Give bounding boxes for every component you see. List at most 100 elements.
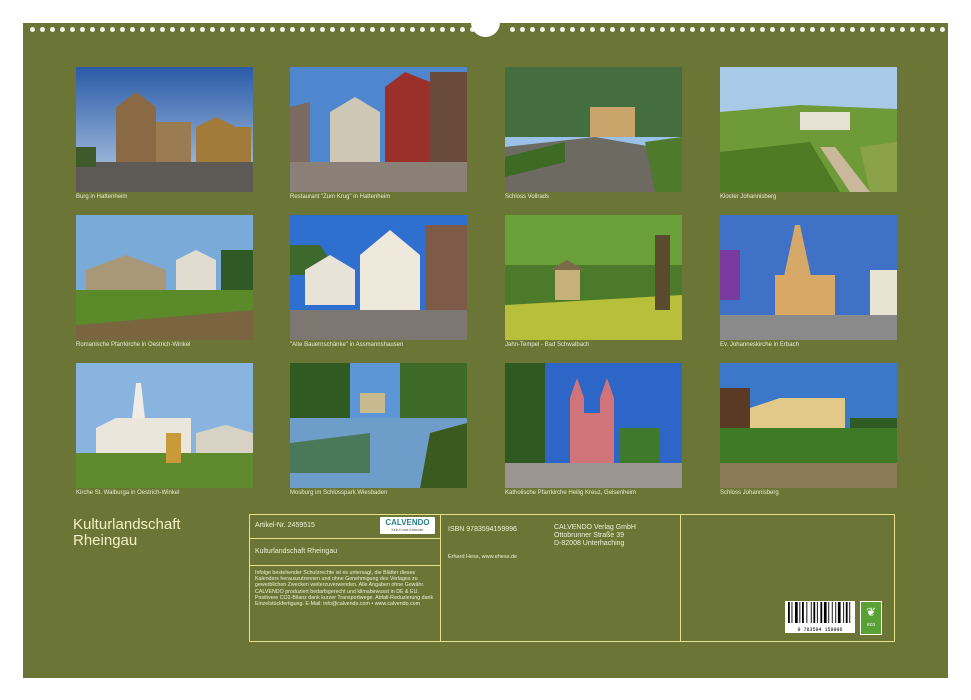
calendar-title: Kulturlandschaft Rheingau bbox=[73, 517, 181, 549]
binding-hole bbox=[510, 27, 515, 32]
binding-hole bbox=[620, 27, 625, 32]
barcode-number: 9 783594 159996 bbox=[797, 627, 843, 633]
calendar-name: Kulturlandschaft Rheingau bbox=[255, 548, 338, 555]
barcode-bar bbox=[816, 602, 818, 623]
binding-hole bbox=[350, 27, 355, 32]
binding-hole bbox=[120, 27, 125, 32]
binding-hole bbox=[300, 27, 305, 32]
binding-hole bbox=[90, 27, 95, 32]
photo-tile: Restaurant "Zum Krug" in Hattenheim bbox=[290, 67, 467, 200]
binding-hole bbox=[340, 27, 345, 32]
binding-hole bbox=[640, 27, 645, 32]
binding-hole bbox=[440, 27, 445, 32]
calendar-title-line1: Kulturlandschaft bbox=[73, 516, 181, 533]
binding-hole bbox=[280, 27, 285, 32]
barcode-bar bbox=[802, 602, 804, 623]
photo-image bbox=[505, 67, 682, 192]
barcode-bar bbox=[828, 602, 830, 623]
author: Erhard Hess, www.ehess.de bbox=[448, 554, 518, 560]
photo-caption: Burg in Hattenheim bbox=[76, 194, 128, 200]
photo-tile: Ev. Johanneskirche in Erbach bbox=[720, 215, 897, 348]
photo-image bbox=[505, 363, 682, 488]
binding-hole bbox=[140, 27, 145, 32]
photo-tile: Schloss Vollrads bbox=[505, 67, 682, 200]
photo-tile: Schloss Johannisberg bbox=[720, 363, 897, 496]
photo-tile: Katholische Pfarrkirche Heilig Kreuz, Ge… bbox=[505, 363, 682, 496]
binding-hole bbox=[220, 27, 225, 32]
binding-hole bbox=[730, 27, 735, 32]
binding-hole bbox=[40, 27, 45, 32]
binding-hole bbox=[260, 27, 265, 32]
binding-hole bbox=[700, 27, 705, 32]
binding-hole bbox=[110, 27, 115, 32]
binding-hole bbox=[890, 27, 895, 32]
barcode-bar bbox=[823, 602, 827, 623]
binding-hole bbox=[50, 27, 55, 32]
isbn: ISBN 9783594159996 bbox=[448, 526, 517, 533]
divider bbox=[680, 515, 681, 641]
binding-hole bbox=[410, 27, 415, 32]
photo-image bbox=[290, 67, 467, 192]
binding-hole bbox=[930, 27, 935, 32]
binding-hole bbox=[830, 27, 835, 32]
barcode-bar bbox=[791, 602, 793, 623]
barcode-bar bbox=[813, 602, 816, 623]
binding-hole bbox=[230, 27, 235, 32]
binding-hole bbox=[530, 27, 535, 32]
publisher-logo-sub: Kein Kunst-Kalender bbox=[391, 528, 424, 532]
binding-hole bbox=[430, 27, 435, 32]
binding-hole bbox=[690, 27, 695, 32]
binding-hole bbox=[590, 27, 595, 32]
binding-hole bbox=[540, 27, 545, 32]
binding-hole bbox=[320, 27, 325, 32]
binding-hole bbox=[750, 27, 755, 32]
binding-hole bbox=[100, 27, 105, 32]
barcode-bar bbox=[820, 602, 823, 623]
binding-hole bbox=[130, 27, 135, 32]
photo-image bbox=[76, 215, 253, 340]
publisher-line1: CALVENDO Verlag GmbH bbox=[554, 524, 636, 531]
binding-hole bbox=[860, 27, 865, 32]
binding-hole bbox=[310, 27, 315, 32]
binding-hole bbox=[390, 27, 395, 32]
barcode-bar bbox=[845, 602, 848, 623]
barcode: 9 783594 159996 bbox=[785, 601, 855, 633]
photo-image bbox=[505, 215, 682, 340]
binding-hole bbox=[170, 27, 175, 32]
binding-hole bbox=[850, 27, 855, 32]
photo-caption: Schloss Johannisberg bbox=[720, 490, 779, 496]
photo-image bbox=[290, 215, 467, 340]
photo-caption: Katholische Pfarrkirche Heilig Kreuz, Ge… bbox=[505, 490, 637, 496]
binding-hole bbox=[370, 27, 375, 32]
binding-hole bbox=[580, 27, 585, 32]
binding-hole bbox=[920, 27, 925, 32]
binding-hole bbox=[210, 27, 215, 32]
photo-tile: "Alte Bauernschänke" in Assmannshausen bbox=[290, 215, 467, 348]
divider bbox=[250, 538, 440, 539]
leaf-icon: ❦ bbox=[865, 605, 877, 619]
binding-hole bbox=[250, 27, 255, 32]
binding-hole bbox=[400, 27, 405, 32]
photo-caption: Kloster Johannisberg bbox=[720, 194, 777, 200]
barcode-bar bbox=[795, 602, 798, 623]
binding-hole bbox=[190, 27, 195, 32]
photo-image bbox=[720, 363, 897, 488]
binding-hole bbox=[710, 27, 715, 32]
eco-label: eco bbox=[866, 622, 876, 628]
publisher-line3: D-82008 Unterhaching bbox=[554, 540, 625, 547]
photo-image bbox=[720, 215, 897, 340]
barcode-bar bbox=[837, 602, 841, 623]
binding-hole bbox=[550, 27, 555, 32]
photo-caption: "Alte Bauernschänke" in Assmannshausen bbox=[290, 342, 404, 348]
binding-hole bbox=[520, 27, 525, 32]
barcode-bar bbox=[835, 602, 837, 623]
barcode-bar bbox=[806, 602, 808, 623]
photo-caption: Ev. Johanneskirche in Erbach bbox=[720, 342, 799, 348]
binding-hole bbox=[680, 27, 685, 32]
photo-image bbox=[76, 363, 253, 488]
legal-notice: Infolge bestehender Schutzrechte ist es … bbox=[255, 570, 434, 608]
barcode-bar bbox=[843, 602, 845, 623]
binding-hole bbox=[900, 27, 905, 32]
binding-hole bbox=[650, 27, 655, 32]
binding-hole bbox=[740, 27, 745, 32]
